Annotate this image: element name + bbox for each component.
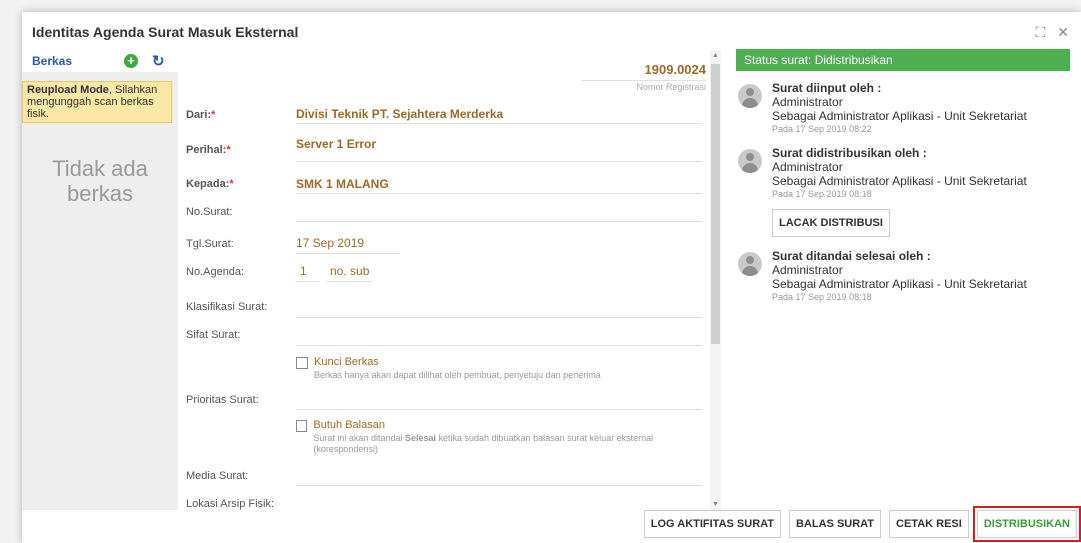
perihal-label: Perihal:* (186, 144, 231, 156)
dari-field[interactable]: Divisi Teknik PT. Sejahtera Merderka (296, 102, 702, 124)
scroll-up-icon[interactable]: ▲ (712, 52, 719, 59)
history-name: Administrator (772, 263, 843, 277)
history-date: Pada 17 Sep 2019 08:22 (772, 124, 872, 134)
avatar-icon (738, 252, 762, 276)
kunci-text: Kunci Berkas Berkas hanya akan dapat dil… (314, 356, 601, 381)
history-item: Surat ditandai selesai oleh : Administra… (736, 249, 1070, 302)
balasan-desc-bold: Selesai (404, 433, 436, 443)
reupload-mode-label: Reupload Mode (27, 84, 109, 96)
nosurat-field[interactable] (296, 198, 702, 222)
noagenda-label: No.Agenda: (186, 266, 245, 278)
status-bar: Status surat: Didistribusikan (736, 49, 1070, 71)
action-buttons: LOG AKTIFITAS SURAT BALAS SURAT CETAK RE… (643, 506, 1081, 542)
close-icon[interactable]: ✕ (1057, 24, 1069, 41)
refresh-icon[interactable]: ↻ (152, 52, 165, 70)
scroll-thumb[interactable] (711, 64, 720, 344)
berkas-panel: Berkas + ↻ Reupload Mode, Silahkan mengu… (22, 50, 178, 510)
kepada-field[interactable]: SMK 1 MALANG (296, 170, 702, 194)
form-scrollbar[interactable]: ▲ ▼ (710, 50, 721, 510)
prioritas-field[interactable] (296, 384, 702, 410)
log-aktifitas-button[interactable]: LOG AKTIFITAS SURAT (643, 510, 781, 538)
balasan-label: Butuh Balasan (313, 419, 385, 431)
history-heading: Surat ditandai selesai oleh : (772, 249, 931, 263)
media-field[interactable] (296, 460, 702, 486)
tglsurat-label: Tgl.Surat: (186, 238, 234, 250)
balas-surat-button[interactable]: BALAS SURAT (789, 510, 882, 538)
media-label: Media Surat: (186, 470, 249, 482)
dialog-title: Identitas Agenda Surat Masuk Eksternal (32, 24, 299, 40)
status-panel: Status surat: Didistribusikan Surat diin… (736, 49, 1070, 302)
perihal-field[interactable]: Server 1 Error (296, 132, 702, 162)
history-name: Administrator (772, 95, 843, 109)
scroll-down-icon[interactable]: ▼ (712, 501, 719, 508)
nosurat-label: No.Surat: (186, 206, 233, 218)
cetak-resi-button[interactable]: CETAK RESI (889, 510, 969, 538)
kunci-berkas-checkbox[interactable]: Kunci Berkas Berkas hanya akan dapat dil… (296, 356, 601, 381)
agenda-form: 1909.0024 Nomor Registrasi Dari:* Divisi… (178, 50, 706, 510)
balasan-desc: Surat ini akan ditandai Selesai ketika s… (313, 433, 696, 455)
history-role: Sebagai Administrator Aplikasi - Unit Se… (772, 174, 1027, 188)
kepada-label-text: Kepada: (186, 178, 230, 190)
history-heading: Surat diinput oleh : (772, 81, 882, 95)
nomor-registrasi-value: 1909.0024 (644, 62, 706, 77)
history-date: Pada 17 Sep 2019 08:18 (772, 292, 872, 302)
history-heading: Surat didistribusikan oleh : (772, 146, 927, 160)
history-item: Surat didistribusikan oleh : Administrat… (736, 146, 1070, 237)
lacak-distribusi-button[interactable]: LACAK DISTRIBUSI (772, 209, 890, 237)
avatar-icon (738, 149, 762, 173)
required-mark: * (211, 109, 216, 121)
history-role: Sebagai Administrator Aplikasi - Unit Se… (772, 277, 1027, 291)
klasifikasi-field[interactable] (296, 290, 702, 318)
sifat-label: Sifat Surat: (186, 329, 241, 341)
lokasi-label: Lokasi Arsip Fisik: (186, 498, 275, 510)
perihal-label-text: Perihal: (186, 144, 227, 156)
required-mark: * (229, 178, 234, 190)
tglsurat-field[interactable]: 17 Sep 2019 (296, 226, 400, 254)
balasan-desc-1: Surat ini akan ditandai (313, 433, 405, 443)
kunci-label: Kunci Berkas (314, 356, 379, 368)
dari-label: Dari:* (186, 109, 215, 121)
butuh-balasan-checkbox[interactable]: Butuh Balasan Surat ini akan ditandai Se… (296, 419, 696, 455)
distribusikan-button[interactable]: DISTRIBUSIKAN (972, 506, 1081, 542)
berkas-label: Berkas (32, 54, 73, 68)
noagenda-field[interactable]: 1 (296, 254, 320, 282)
klasifikasi-label: Klasifikasi Surat: (186, 301, 268, 313)
expand-icon[interactable]: ⛶ (1035, 24, 1045, 41)
history-role: Sebagai Administrator Aplikasi - Unit Se… (772, 109, 1027, 123)
nomor-registrasi-label: Nomor Registrasi (636, 82, 706, 92)
required-mark: * (226, 144, 231, 156)
nomor-registrasi-line (581, 80, 706, 81)
lokasi-field[interactable] (296, 488, 702, 510)
history-name: Administrator (772, 160, 843, 174)
dialog-controls: ⛶ ✕ (1035, 24, 1069, 41)
history-item: Surat diinput oleh : Administrator Sebag… (736, 81, 1070, 134)
dialog: Identitas Agenda Surat Masuk Eksternal ⛶… (22, 12, 1081, 543)
reupload-notice: Reupload Mode, Silahkan mengunggah scan … (22, 81, 172, 123)
berkas-header: Berkas + ↻ (22, 50, 178, 72)
prioritas-label: Prioritas Surat: (186, 394, 259, 406)
avatar-icon (738, 84, 762, 108)
add-icon[interactable]: + (124, 54, 138, 68)
sifat-field[interactable] (296, 320, 702, 346)
balasan-text: Butuh Balasan Surat ini akan ditandai Se… (313, 419, 696, 455)
balasan-checkbox-box[interactable] (296, 420, 308, 432)
nosub-field[interactable]: no. sub (326, 254, 372, 282)
kepada-label: Kepada:* (186, 178, 234, 190)
kunci-desc: Berkas hanya akan dapat dilihat oleh pem… (314, 370, 601, 380)
history-date: Pada 17 Sep 2019 08:18 (772, 189, 872, 199)
kunci-checkbox-box[interactable] (296, 357, 308, 369)
dari-label-text: Dari: (186, 109, 212, 121)
no-file-text: Tidak ada berkas (52, 156, 148, 206)
